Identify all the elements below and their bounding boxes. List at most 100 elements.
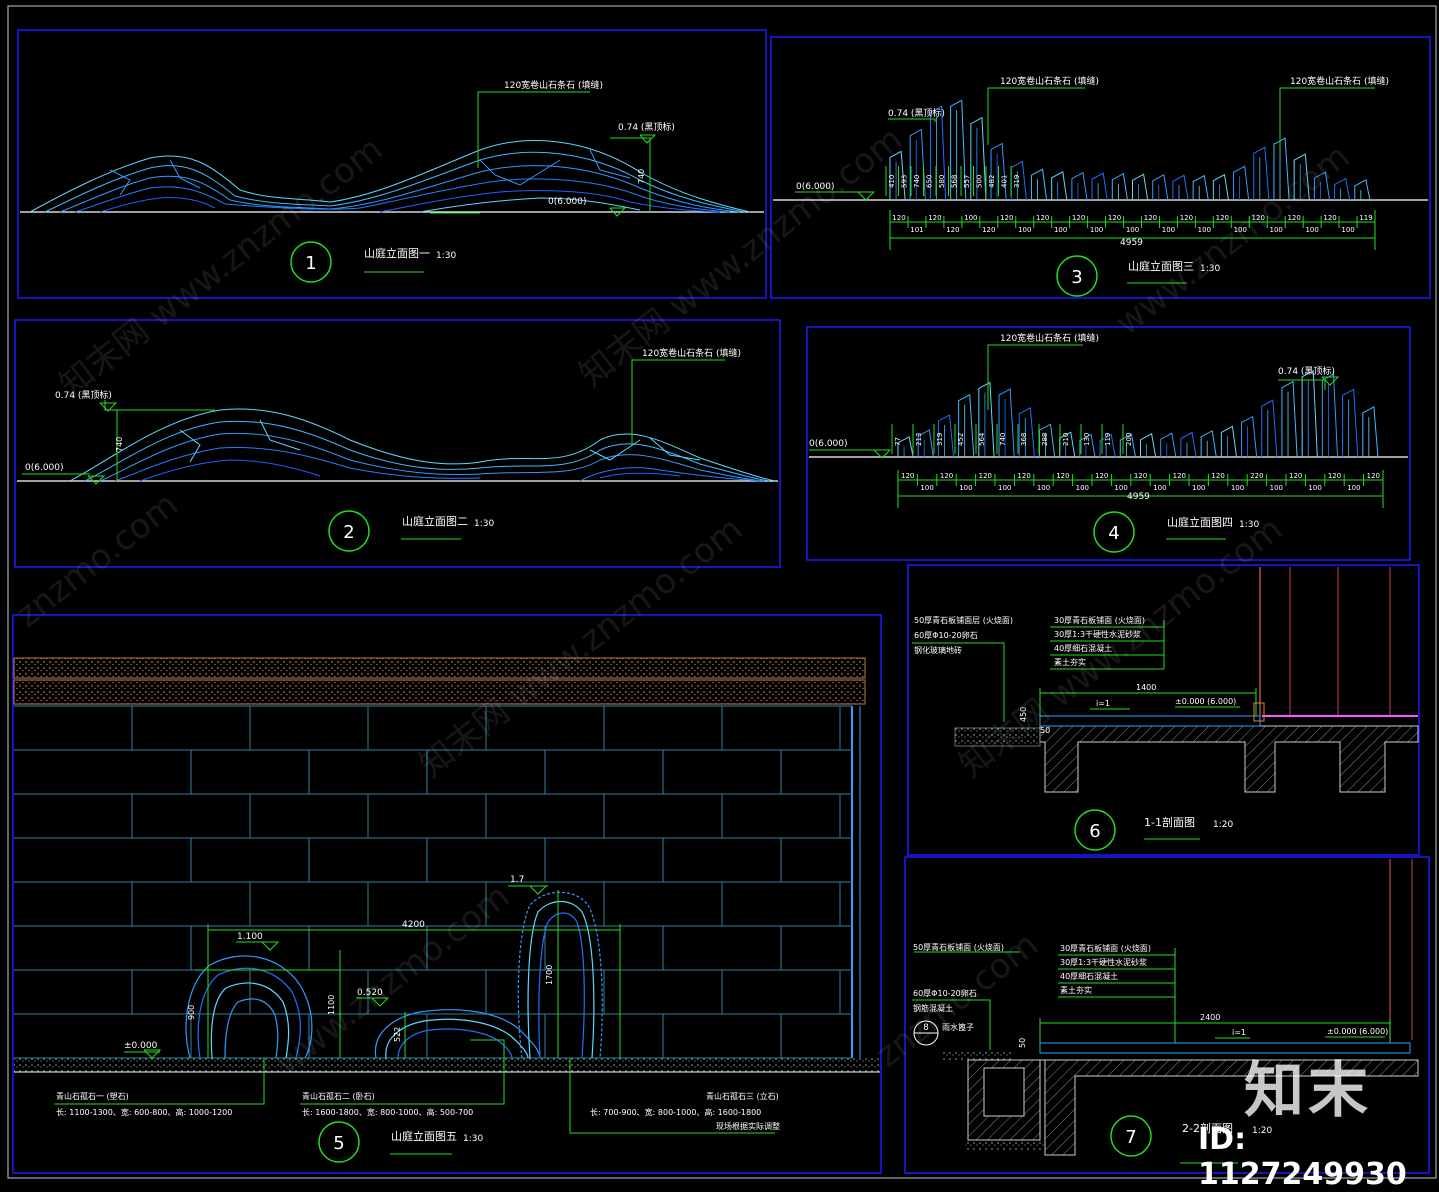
stone-2-label: 青山石孤石二 (卧石): [302, 1091, 375, 1101]
stone-column: [1111, 172, 1128, 201]
stone-column: [958, 393, 975, 458]
view-3-title: 山庭立面图三: [1128, 259, 1194, 273]
dimension-value: 120: [1367, 472, 1380, 480]
view-2-annotations: [22, 359, 725, 540]
level-17: 1.7: [510, 875, 524, 885]
v7-left-label-2: 60厚Φ10-20卵石: [913, 988, 977, 998]
view-2-callout-top: 120宽卷山石条石 (填缝): [642, 347, 741, 359]
height-dim-value: 452: [957, 433, 965, 446]
stone-column: [1281, 380, 1298, 458]
height-dim-value: 368: [1020, 433, 1028, 446]
stone-column: [1091, 172, 1108, 201]
v7-left-label-1: 50厚青石板铺面 (火烧面): [913, 942, 1004, 952]
dimension-value: 100: [1198, 226, 1211, 234]
dimension-value: 100: [964, 214, 977, 222]
ground-gravel: [14, 1058, 880, 1072]
view-4-level-top: 0.74 (黑顶标): [1278, 365, 1335, 377]
dimension-value: 100: [1234, 226, 1247, 234]
height-dim-value: 740: [913, 175, 921, 188]
height-dim-value: 213: [915, 433, 923, 446]
v6-left-label-1: 50厚青石板铺面层 (火烧面): [914, 615, 1013, 625]
view-4-total-dim: 4959: [1127, 492, 1150, 502]
view-4-scale: 1:30: [1239, 520, 1259, 530]
dimension-value: 120: [1180, 214, 1193, 222]
stone-column: [1030, 168, 1048, 201]
view-2-elevation: 120宽卷山石条石 (填缝) 0.74 (黑顶标) 740 0(6.000) 2…: [14, 319, 781, 568]
view-6-section: 50厚青石板铺面层 (火烧面) 60厚Φ10-20卵石 钢化玻璃地砖 30厚青石…: [907, 564, 1420, 856]
stone-column: [1362, 406, 1379, 458]
view-3-total-dim: 4959: [1120, 238, 1143, 248]
view-3-scale: 1:30: [1200, 264, 1220, 274]
dimension-value: 120: [1144, 214, 1157, 222]
stone-column: [1071, 171, 1088, 201]
dimension-value: 120: [946, 226, 959, 234]
view-1-number: 1: [305, 253, 316, 274]
dimension-value: 100: [1305, 226, 1318, 234]
view-3-callout-b: 120宽卷山石条石 (填缝): [1290, 75, 1389, 87]
stone-column: [1051, 171, 1068, 201]
v6-right-label-4: 素土夯实: [1054, 657, 1086, 667]
height-dim-value: 564: [978, 432, 986, 446]
dimension-value: 100: [1126, 226, 1139, 234]
stone-column: [1342, 388, 1359, 458]
v7-right-label-4: 素土夯实: [1060, 985, 1092, 995]
view-5-elevation: 4200 1.100 0.520 1.7 ±0.000 1100 900 522…: [12, 614, 882, 1174]
dimension-value: 120: [1036, 214, 1049, 222]
view-1-level-base: 0(6.000): [548, 197, 587, 207]
dim-900: 900: [187, 1005, 196, 1020]
v6-dim-height: 450: [1019, 707, 1028, 722]
dimension-value: 100: [1054, 226, 1067, 234]
view-2-level-top: 0.74 (黑顶标): [55, 389, 112, 401]
stone-column: [1220, 425, 1237, 458]
top-soil-band: [13, 657, 866, 679]
view-3-callout-a: 120宽卷山石条石 (填缝): [1000, 75, 1099, 87]
dimension-value: 120: [1072, 214, 1085, 222]
view-6-title: 1-1剖面图: [1144, 815, 1195, 829]
height-dim-value: 319: [936, 433, 944, 446]
dimension-value: 100: [1347, 484, 1360, 492]
view-5-title: 山庭立面图五: [391, 1129, 457, 1143]
stone-column: [1172, 174, 1189, 201]
view-5-number: 5: [333, 1133, 344, 1154]
dimension-value: 120: [1000, 214, 1013, 222]
stone-columns: [889, 99, 1371, 201]
concrete-slab: [1039, 725, 1419, 793]
v7-dim-50: 50: [1018, 1038, 1027, 1048]
dim-1700: 1700: [545, 965, 554, 985]
stone-column: [1273, 137, 1290, 201]
stone-column: [1018, 406, 1035, 458]
view-1-elevation: 120宽卷山石条石 (填缝) 0.74 (黑顶标) 740 0(6.000) 1…: [17, 29, 767, 299]
dimension-value: 100: [1018, 226, 1031, 234]
gravel-bed: [965, 1140, 1045, 1150]
dimension-value: 120: [1328, 472, 1341, 480]
v7-left-label-3: 钢筋混凝土: [913, 1003, 953, 1013]
dimension-value: 120: [901, 472, 914, 480]
height-dim-value: 288: [1041, 433, 1049, 446]
dimension-value: 120: [1173, 472, 1186, 480]
v6-level: ±0.000 (6.000): [1175, 697, 1236, 706]
dimension-value: 120: [940, 472, 953, 480]
dimension-value: 100: [1192, 484, 1205, 492]
view-1-title: 山庭立面图一: [364, 246, 430, 260]
view-2-scale: 1:30: [474, 519, 494, 529]
view-4-elevation: 120 100 120 100 120 100 120 100 120 100 120 100 120 1…: [806, 326, 1411, 561]
dim-522: 522: [393, 1027, 402, 1042]
gravel-bed: [942, 1052, 1012, 1060]
view-6-number: 6: [1089, 821, 1100, 842]
view-2-level-base: 0(6.000): [25, 463, 64, 473]
height-dim-value: 77: [894, 437, 902, 446]
stone-column: [1152, 174, 1169, 201]
stone-column: [1241, 415, 1258, 458]
view-4-title: 山庭立面图四: [1167, 515, 1233, 529]
view-1-callout-top: 120宽卷山石条石 (填缝): [504, 79, 603, 91]
dimension-value: 100: [1090, 226, 1103, 234]
dimension-value: 100: [1076, 484, 1089, 492]
height-dim-value: 650: [926, 175, 934, 188]
stone-column: [1192, 174, 1209, 201]
view-4-number: 4: [1108, 523, 1119, 544]
view-3-level-top: 0.74 (黑顶标): [888, 107, 945, 119]
stone-columns: [897, 369, 1379, 458]
stone-1-label: 青山石孤石一 (塑石): [56, 1091, 129, 1101]
v7-dim-length: 2400: [1200, 1013, 1220, 1022]
v6-dim-length: 1400: [1136, 683, 1156, 692]
